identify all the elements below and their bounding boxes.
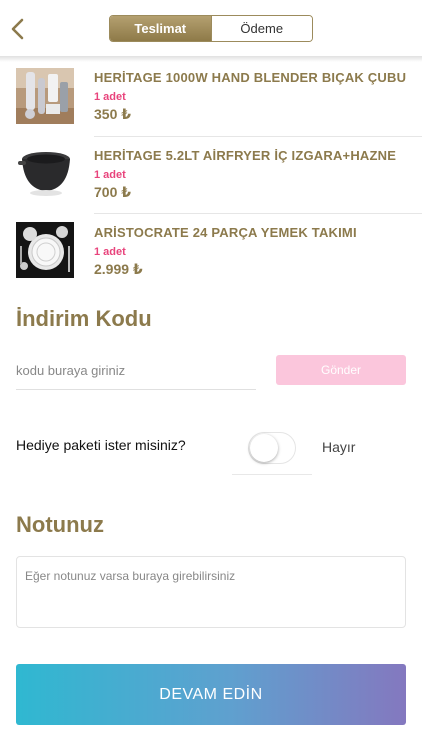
continue-button[interactable]: DEVAM EDİN	[16, 664, 406, 725]
product-quantity: 1 adet	[94, 91, 126, 103]
divider	[94, 136, 422, 137]
tab-delivery[interactable]: Teslimat	[110, 16, 211, 41]
discount-code-input[interactable]	[16, 352, 256, 390]
product-image-airfryer-basket	[16, 145, 74, 201]
note-section-title: Notunuz	[16, 512, 104, 537]
product-price: 350 ₺	[94, 106, 131, 122]
back-button[interactable]	[6, 14, 28, 44]
product-quantity: 1 adet	[94, 169, 126, 181]
checkout-step-tabs: Teslimat Ödeme	[109, 15, 313, 42]
gift-wrap-question: Hediye paketi ister misiniz?	[16, 437, 186, 453]
cart-item: HERİTAGE 5.2LT AİRFRYER İÇ IZGARA+HAZNE …	[0, 144, 422, 214]
product-price: 2.999 ₺	[94, 261, 143, 277]
note-textarea[interactable]	[16, 556, 406, 628]
send-code-button[interactable]: Gönder	[276, 355, 406, 385]
divider	[94, 213, 422, 214]
product-name: ARİSTOCRATE 24 PARÇA YEMEK TAKIMI	[94, 225, 357, 240]
product-quantity: 1 adet	[94, 246, 126, 258]
product-name: HERİTAGE 1000W HAND BLENDER BIÇAK ÇUBU	[94, 70, 406, 85]
gift-wrap-toggle[interactable]	[248, 432, 296, 464]
chevron-left-icon	[11, 18, 24, 40]
top-bar-shadow	[0, 56, 422, 62]
cart-item: ARİSTOCRATE 24 PARÇA YEMEK TAKIMI 1 adet…	[0, 221, 422, 291]
tab-payment[interactable]: Ödeme	[210, 16, 312, 41]
product-image-hand-blender	[16, 68, 74, 124]
discount-section-title: İndirim Kodu	[16, 306, 152, 331]
top-bar: Teslimat Ödeme	[0, 0, 422, 58]
cart-item: HERİTAGE 1000W HAND BLENDER BIÇAK ÇUBU 1…	[0, 66, 422, 136]
product-image-dinnerware-set	[16, 222, 74, 278]
toggle-underline	[232, 474, 312, 475]
gift-wrap-value: Hayır	[322, 439, 356, 455]
product-price: 700 ₺	[94, 184, 131, 200]
toggle-knob	[250, 434, 278, 462]
product-name: HERİTAGE 5.2LT AİRFRYER İÇ IZGARA+HAZNE	[94, 148, 397, 163]
